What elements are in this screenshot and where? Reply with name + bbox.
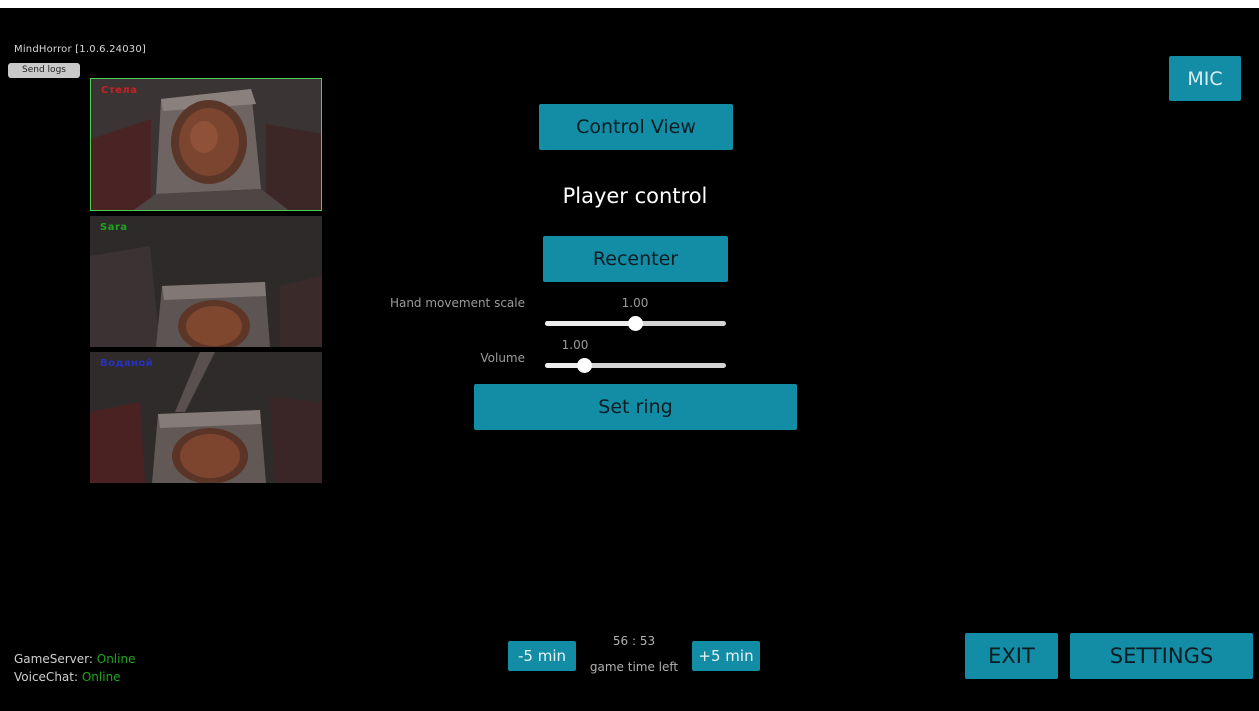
player-control-heading: Player control — [562, 184, 708, 208]
camera-feed-1[interactable]: Стела — [90, 78, 322, 211]
voice-chat-label: VoiceChat: — [14, 670, 79, 684]
game-time-caption: game time left — [589, 660, 679, 674]
voice-chat-value: Online — [81, 670, 121, 684]
game-server-value: Online — [96, 652, 136, 666]
volume-slider-thumb[interactable] — [577, 358, 593, 373]
volume-slider[interactable] — [545, 358, 726, 373]
plus-5-min-label: +5 min — [698, 647, 754, 665]
exit-label: EXIT — [988, 644, 1035, 668]
camera-feed-1-label: Стела — [101, 85, 138, 96]
plus-5-min-button[interactable]: +5 min — [692, 641, 760, 671]
camera-feed-2-image — [90, 216, 322, 347]
camera-feed-1-image — [91, 79, 321, 210]
mic-button[interactable]: MIC — [1169, 56, 1241, 101]
recenter-label: Recenter — [592, 248, 679, 270]
camera-feed-3-label: Водяной — [100, 358, 154, 369]
settings-label: SETTINGS — [1109, 644, 1214, 668]
exit-button[interactable]: EXIT — [965, 633, 1058, 679]
camera-feed-3-image — [90, 352, 322, 483]
camera-feed-2[interactable]: Sara — [90, 216, 322, 347]
camera-feed-3[interactable]: Водяной — [90, 352, 322, 483]
app-screen: MindHorror [1.0.6.24030] Send logs Стела… — [0, 8, 1259, 711]
hand-movement-slider[interactable] — [545, 316, 726, 331]
minus-5-min-label: -5 min — [517, 647, 566, 665]
game-time-remaining: 56 : 53 — [612, 634, 656, 648]
game-server-status: GameServer: Online — [14, 652, 135, 666]
mic-label: MIC — [1187, 67, 1223, 90]
hand-movement-value: 1.00 — [621, 296, 649, 310]
send-logs-button[interactable]: Send logs — [8, 63, 80, 78]
camera-feed-2-label: Sara — [100, 222, 128, 233]
app-version-title: MindHorror [1.0.6.24030] — [14, 44, 147, 55]
minus-5-min-button[interactable]: -5 min — [508, 641, 576, 671]
voice-chat-status: VoiceChat: Online — [14, 670, 121, 684]
recenter-button[interactable]: Recenter — [543, 236, 728, 282]
volume-value: 1.00 — [561, 338, 589, 352]
hand-movement-label: Hand movement scale — [389, 296, 525, 310]
set-ring-button[interactable]: Set ring — [474, 384, 797, 430]
set-ring-label: Set ring — [598, 396, 673, 418]
control-view-label: Control View — [576, 116, 696, 138]
volume-label: Volume — [480, 351, 525, 365]
game-server-label: GameServer: — [14, 652, 93, 666]
hand-movement-slider-thumb[interactable] — [628, 316, 643, 331]
control-view-button[interactable]: Control View — [539, 104, 733, 150]
hand-movement-slider-fill — [545, 321, 636, 326]
settings-button[interactable]: SETTINGS — [1070, 633, 1253, 679]
